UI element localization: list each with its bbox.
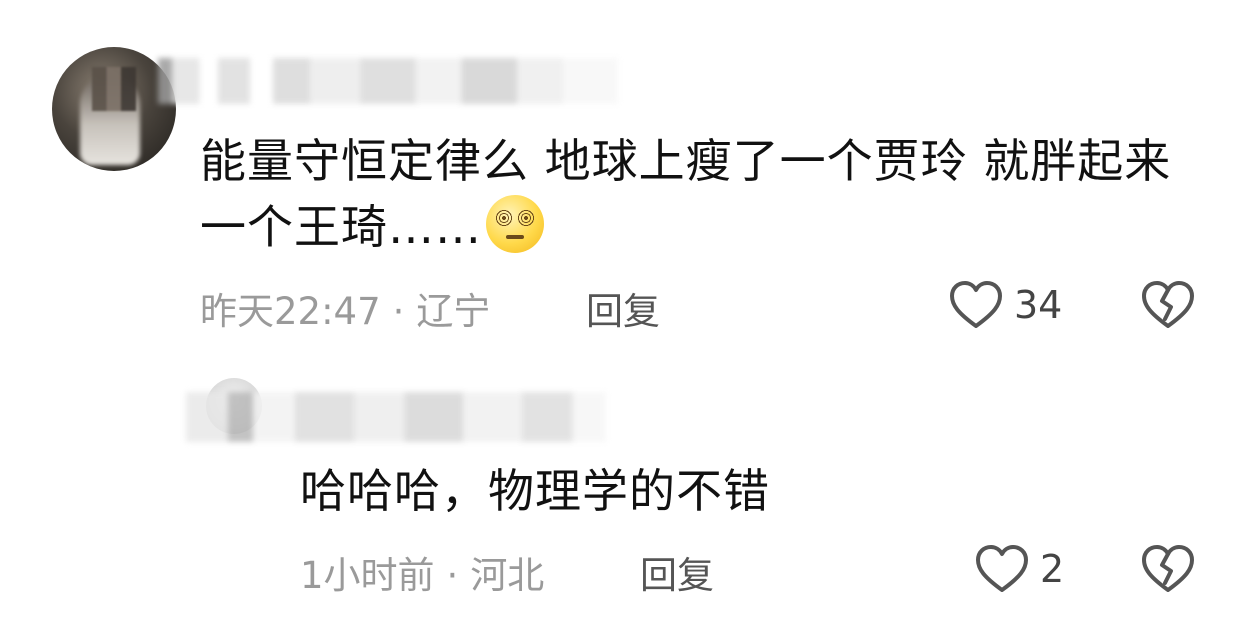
comment-text: 哈哈哈，物理学的不错: [300, 464, 770, 518]
like-count: 2: [1040, 547, 1065, 591]
broken-heart-icon[interactable]: [1140, 279, 1196, 331]
dizzy-face-icon: [486, 195, 544, 253]
meta-separator: ·: [446, 554, 459, 597]
avatar-mosaic: [92, 67, 136, 111]
reply-button[interactable]: 回复: [640, 545, 714, 599]
username-blurred[interactable]: [186, 392, 606, 442]
comment-location: 辽宁: [416, 290, 491, 333]
reply-button[interactable]: 回复: [586, 281, 660, 335]
like-count: 34: [1014, 283, 1063, 327]
comment-time: 昨天22:47: [200, 290, 381, 333]
comment-meta: 昨天22:47 · 辽宁: [200, 281, 490, 335]
heart-outline-icon[interactable]: [974, 543, 1030, 595]
meta-separator: ·: [392, 290, 405, 333]
username-blurred[interactable]: [158, 58, 618, 104]
broken-heart-icon[interactable]: [1140, 543, 1196, 595]
heart-outline-icon[interactable]: [948, 279, 1004, 331]
comment-location: 河北: [470, 554, 545, 597]
comment-text: 能量守恒定律么 地球上瘦了一个贾玲 就胖起来一个王琦……: [200, 134, 1172, 254]
comment-meta: 1小时前 · 河北: [300, 545, 544, 599]
comment-time: 1小时前: [300, 554, 435, 597]
